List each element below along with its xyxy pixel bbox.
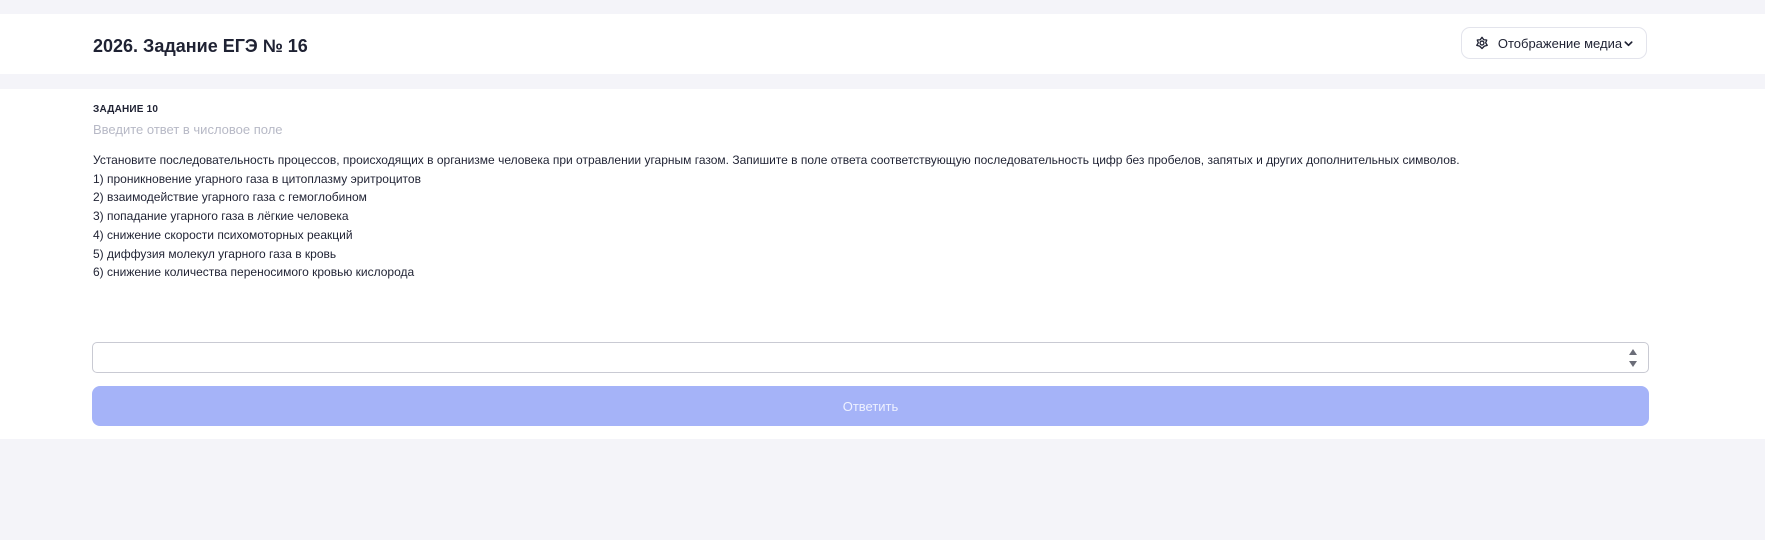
- media-display-label: Отображение медиа: [1497, 35, 1623, 51]
- page-title: 2026. Задание ЕГЭ № 16: [93, 36, 308, 56]
- number-spinner[interactable]: [1628, 347, 1638, 369]
- submit-answer-button[interactable]: Ответить: [92, 386, 1649, 426]
- flower-icon: [1474, 35, 1490, 51]
- spinner-down-icon[interactable]: [1629, 361, 1637, 367]
- answer-field: [92, 342, 1649, 373]
- task-card: ЗАДАНИЕ 10 Введите ответ в числовое поле…: [0, 89, 1765, 439]
- task-hint: Введите ответ в числовое поле: [93, 122, 283, 137]
- task-text: Установите последовательность процессов,…: [93, 151, 1460, 282]
- media-display-button[interactable]: Отображение медиа: [1461, 27, 1647, 59]
- chevron-down-icon: [1622, 37, 1634, 49]
- task-option-4: 4) снижение скорости психомоторных реакц…: [93, 227, 353, 242]
- task-option-2: 2) взаимодействие угарного газа с гемогл…: [93, 190, 367, 205]
- task-option-5: 5) диффузия молекул угарного газа в кров…: [93, 246, 337, 261]
- task-number-label: ЗАДАНИЕ 10: [93, 104, 159, 115]
- page-header: 2026. Задание ЕГЭ № 16 Отображение медиа: [0, 14, 1765, 74]
- task-option-1: 1) проникновение угарного газа в цитопла…: [93, 171, 421, 186]
- task-option-6: 6) снижение количества переносимого кров…: [93, 265, 415, 280]
- task-question: Установите последовательность процессов,…: [93, 153, 1460, 167]
- task-option-3: 3) попадание угарного газа в лёгкие чело…: [93, 209, 349, 224]
- spinner-up-icon[interactable]: [1629, 349, 1637, 355]
- answer-input[interactable]: [93, 343, 1613, 372]
